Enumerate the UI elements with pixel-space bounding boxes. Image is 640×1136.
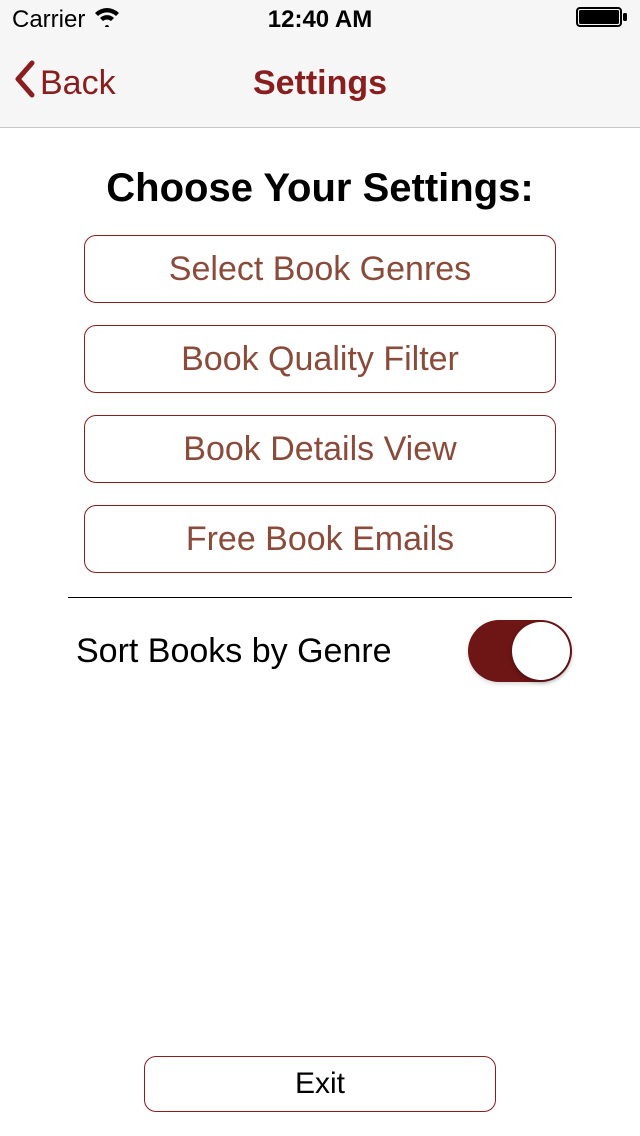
status-right	[576, 6, 628, 34]
nav-bar: Back Settings	[0, 40, 640, 128]
toggle-knob	[512, 622, 570, 680]
wifi-icon	[93, 6, 121, 34]
back-button[interactable]: Back	[0, 59, 116, 108]
free-book-emails-button[interactable]: Free Book Emails	[84, 505, 556, 573]
select-book-genres-button[interactable]: Select Book Genres	[84, 235, 556, 303]
exit-button[interactable]: Exit	[144, 1056, 496, 1112]
sort-by-genre-row: Sort Books by Genre	[20, 620, 620, 682]
exit-wrap: Exit	[0, 1056, 640, 1112]
settings-heading: Choose Your Settings:	[20, 166, 620, 211]
divider	[68, 597, 572, 598]
battery-icon	[576, 6, 628, 34]
settings-options: Select Book Genres Book Quality Filter B…	[20, 235, 620, 573]
sort-by-genre-toggle[interactable]	[468, 620, 572, 682]
status-bar: Carrier 12:40 AM	[0, 0, 640, 40]
book-details-view-button[interactable]: Book Details View	[84, 415, 556, 483]
chevron-left-icon	[12, 59, 36, 108]
carrier-label: Carrier	[12, 6, 85, 34]
book-quality-filter-button[interactable]: Book Quality Filter	[84, 325, 556, 393]
sort-by-genre-label: Sort Books by Genre	[76, 632, 392, 671]
main-content: Choose Your Settings: Select Book Genres…	[0, 166, 640, 682]
status-left: Carrier	[12, 6, 121, 34]
back-label: Back	[40, 64, 116, 103]
